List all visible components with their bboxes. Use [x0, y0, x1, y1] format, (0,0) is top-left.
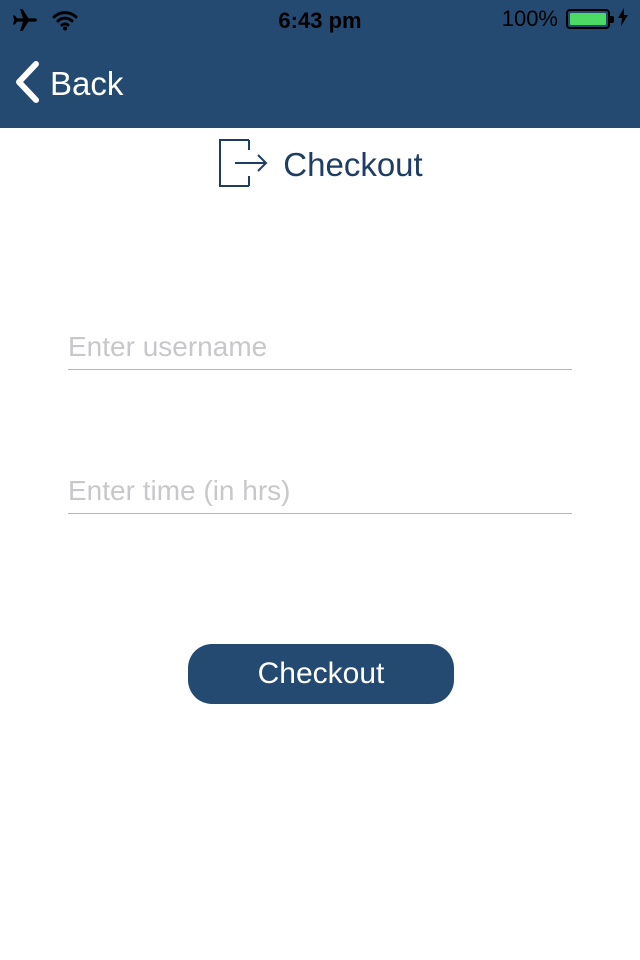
charging-bolt-icon: [618, 6, 628, 32]
header: 6:43 pm 100% Back: [0, 0, 640, 128]
battery-percent: 100%: [501, 6, 558, 31]
back-label: Back: [50, 65, 124, 102]
nav-bar: Back: [0, 40, 640, 128]
username-input[interactable]: [68, 324, 572, 370]
checkout-button[interactable]: Checkout: [188, 644, 454, 704]
battery-icon: [566, 9, 614, 29]
battery-nub: [610, 16, 614, 23]
chevron-left-icon: [14, 60, 40, 108]
time-input[interactable]: [68, 468, 572, 514]
page-header: Checkout: [0, 138, 640, 192]
page-title: Checkout: [283, 146, 423, 183]
logout-icon: [217, 137, 269, 194]
battery-fill: [570, 13, 606, 25]
status-bar: 6:43 pm 100%: [0, 0, 640, 40]
status-right: 100%: [502, 6, 628, 32]
screen: 6:43 pm 100% Back Checkout Enter usernam…: [0, 0, 640, 960]
back-button[interactable]: Back: [14, 60, 123, 108]
